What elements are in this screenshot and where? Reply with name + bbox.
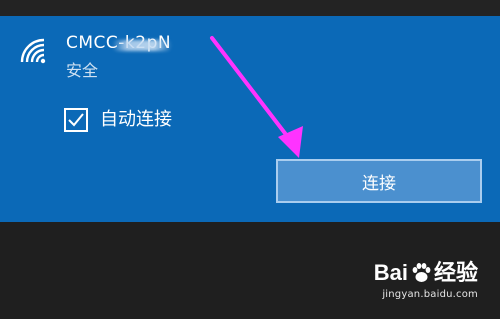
baidu-jingyan-watermark: Bai 经验 jingyan.baidu.com — [368, 259, 478, 307]
watermark-brand: Bai 经验 — [374, 259, 478, 287]
auto-connect-option[interactable]: 自动连接 — [64, 108, 172, 132]
watermark-brand-right: 经验 — [433, 260, 478, 285]
checkmark-icon — [68, 113, 84, 127]
auto-connect-label: 自动连接 — [100, 109, 172, 130]
wifi-signal-icon — [20, 38, 46, 64]
network-name-blur — [112, 40, 172, 51]
screen: CMCC-k2pN 安全 自动连接 连接 Bai 经 — [0, 0, 500, 319]
baidu-paw-icon — [412, 263, 431, 282]
connect-button[interactable]: 连接 — [276, 159, 482, 203]
taskbar-edge — [0, 0, 500, 16]
watermark-url: jingyan.baidu.com — [382, 289, 478, 300]
wifi-network-panel[interactable]: CMCC-k2pN 安全 自动连接 连接 — [0, 16, 500, 222]
security-status: 安全 — [66, 61, 99, 80]
auto-connect-checkbox[interactable] — [64, 108, 88, 132]
watermark-brand-left: Bai — [373, 260, 408, 285]
